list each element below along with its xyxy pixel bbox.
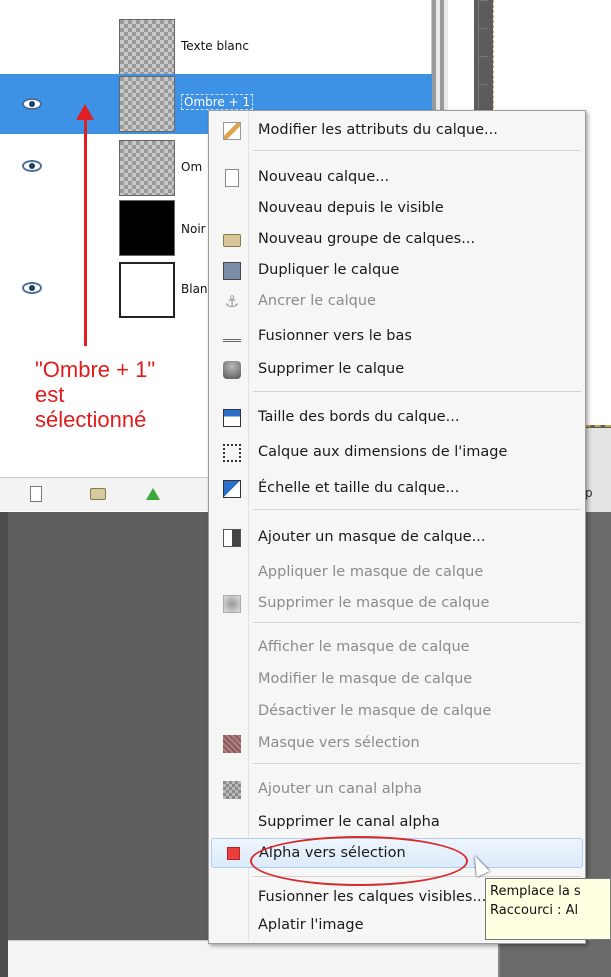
- menu-item-merge-down[interactable]: Fusionner vers le bas: [211, 322, 583, 352]
- menu-separator: [253, 391, 581, 392]
- menu-item-new-from-visible[interactable]: Nouveau depuis le visible: [211, 194, 583, 224]
- menu-item-add-mask[interactable]: Ajouter un masque de calque...: [211, 523, 583, 553]
- layer-thumbnail: [119, 19, 175, 75]
- layer-thumbnail: [119, 200, 175, 256]
- menu-item-apply-mask: Appliquer le masque de calque: [258, 564, 484, 580]
- menu-item-new-group[interactable]: Nouveau groupe de calques...: [211, 225, 583, 255]
- layer-name: Blan: [181, 282, 208, 296]
- menu-item-anchor: ⚓ Ancrer le calque: [224, 292, 376, 311]
- bottom-panel: [8, 940, 498, 977]
- layer-name: Texte blanc: [181, 39, 249, 53]
- layer-name: Ombre + 1: [181, 94, 254, 110]
- menu-item-scale-layer[interactable]: Échelle et taille du calque...: [211, 474, 583, 504]
- alpha-to-selection-icon: [227, 847, 240, 860]
- menu-item-remove-alpha[interactable]: Supprimer le canal alpha: [211, 808, 583, 838]
- delete-icon: [223, 361, 241, 379]
- scale-icon: [223, 480, 241, 498]
- edit-icon: [223, 122, 241, 140]
- anchor-icon: ⚓: [224, 292, 240, 311]
- menu-item-delete-layer[interactable]: Supprimer le calque: [211, 355, 583, 385]
- tooltip: Remplace la s Raccourci : Al: [485, 878, 611, 940]
- duplicate-icon: [223, 262, 241, 280]
- toolbar-partial-label: p: [585, 486, 593, 500]
- annotation-arrow: [84, 118, 87, 346]
- add-mask-icon: [223, 529, 241, 547]
- annotation-arrow-head: [76, 104, 94, 120]
- delete-mask-icon: [223, 595, 241, 613]
- layer-thumbnail: [119, 262, 175, 318]
- mask-to-selection-icon: [223, 735, 241, 753]
- layer-thumbnail: [119, 140, 175, 196]
- alpha-channel-icon: [223, 781, 241, 799]
- menu-item-mask-to-selection: Masque vers sélection: [211, 729, 583, 759]
- eye-icon[interactable]: [22, 98, 42, 110]
- tooltip-line: Remplace la s: [490, 884, 581, 899]
- menu-item-disable-mask: Désactiver le masque de calque: [258, 703, 492, 719]
- tooltip-line: Raccourci : Al: [490, 903, 579, 918]
- up-arrow-icon: [146, 488, 160, 500]
- layer-context-menu: Modifier les attributs du calque... Nouv…: [208, 110, 586, 944]
- fit-image-icon: [223, 444, 241, 462]
- raise-layer-button[interactable]: [143, 484, 163, 504]
- highlight-ellipse: [250, 836, 468, 886]
- folder-icon: [90, 488, 106, 500]
- menu-separator: [253, 622, 581, 623]
- new-layer-icon: [30, 486, 42, 502]
- layer-boundary-icon: [223, 409, 241, 427]
- left-dock-edge: [0, 512, 8, 977]
- layer-row[interactable]: Texte blanc: [0, 17, 432, 77]
- menu-separator: [253, 509, 581, 510]
- new-layer-icon: [225, 169, 239, 187]
- menu-item-add-alpha: Ajouter un canal alpha: [211, 775, 583, 805]
- merge-down-icon: [223, 330, 241, 342]
- eye-icon[interactable]: [22, 160, 42, 172]
- menu-item-new-layer[interactable]: Nouveau calque...: [211, 163, 583, 193]
- menu-item-duplicate[interactable]: Dupliquer le calque: [211, 256, 583, 286]
- folder-icon: [223, 234, 241, 247]
- annotation-text: "Ombre + 1" est sélectionné: [35, 357, 156, 432]
- menu-item-edit-attributes[interactable]: Modifier les attributs du calque...: [211, 116, 583, 146]
- menu-separator: [253, 763, 581, 764]
- menu-item-edit-mask: Modifier le masque de calque: [258, 671, 473, 687]
- menu-separator: [253, 150, 581, 151]
- new-layer-button[interactable]: [26, 484, 46, 504]
- eye-icon[interactable]: [22, 282, 42, 294]
- menu-item-delete-mask: Supprimer le masque de calque: [211, 589, 583, 619]
- menu-item-boundary-size[interactable]: Taille des bords du calque...: [211, 403, 583, 433]
- layer-thumbnail: [119, 76, 175, 132]
- layer-name: Noir: [181, 222, 206, 236]
- menu-item-show-mask: Afficher le masque de calque: [258, 639, 470, 655]
- layer-name: Om: [181, 160, 203, 174]
- menu-item-layer-to-image-size[interactable]: Calque aux dimensions de l'image: [211, 438, 583, 468]
- new-group-button[interactable]: [88, 484, 108, 504]
